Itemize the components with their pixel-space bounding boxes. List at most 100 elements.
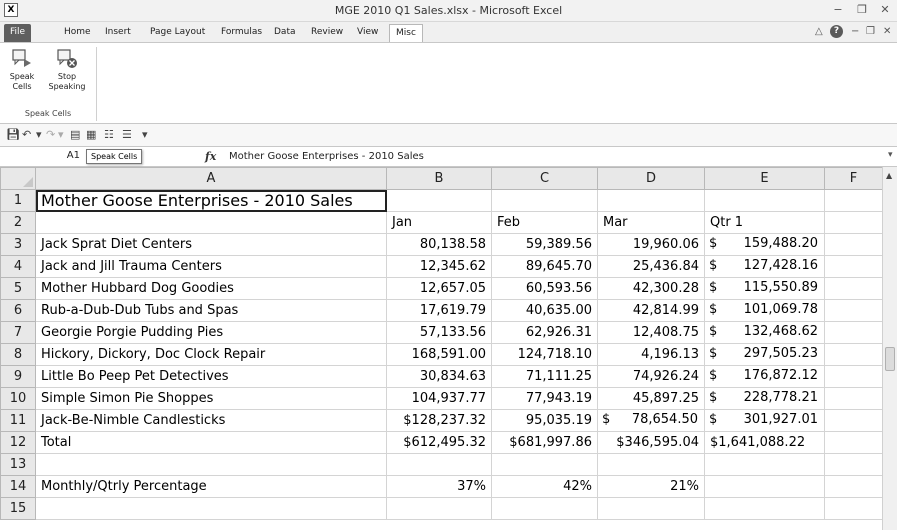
row-header[interactable]: 10: [0, 387, 36, 410]
column-header[interactable]: E: [704, 167, 825, 190]
cell-f[interactable]: [824, 475, 883, 498]
cell-d[interactable]: [597, 453, 705, 476]
cell-a[interactable]: Monthly/Qtrly Percentage: [35, 475, 387, 498]
vertical-scrollbar[interactable]: ▲: [882, 167, 897, 530]
qat-speak-cells-icon[interactable]: ▤: [70, 128, 80, 141]
cell-e[interactable]: $127,428.16: [704, 255, 825, 278]
tab-review[interactable]: Review: [305, 24, 349, 42]
speak-cells-button[interactable]: Speak Cells: [2, 47, 42, 92]
cell-e[interactable]: $1,641,088.22: [704, 431, 825, 454]
save-icon[interactable]: 💾︎: [6, 128, 20, 141]
cell-f[interactable]: [824, 233, 883, 256]
tab-formulas[interactable]: Formulas: [215, 24, 268, 42]
workbook-restore-button[interactable]: ❐: [866, 26, 875, 37]
cell-b[interactable]: [386, 189, 492, 212]
workbook-minimize-button[interactable]: −: [851, 26, 859, 37]
cell-d[interactable]: 12,408.75: [597, 321, 705, 344]
cell-d[interactable]: 42,300.28: [597, 277, 705, 300]
row-header[interactable]: 11: [0, 409, 36, 432]
insert-function-icon[interactable]: fx: [205, 150, 216, 163]
cell-d[interactable]: 21%: [597, 475, 705, 498]
cell-c[interactable]: $681,997.86: [491, 431, 598, 454]
cell-c[interactable]: 77,943.19: [491, 387, 598, 410]
undo-icon[interactable]: ↶: [22, 128, 31, 141]
cell-f[interactable]: [824, 211, 883, 234]
row-header[interactable]: 8: [0, 343, 36, 366]
cell-b[interactable]: $128,237.32: [386, 409, 492, 432]
cell-d[interactable]: 19,960.06: [597, 233, 705, 256]
undo-dropdown-icon[interactable]: ▾: [36, 128, 42, 141]
cell-e[interactable]: $297,505.23: [704, 343, 825, 366]
tab-home[interactable]: Home: [58, 24, 97, 42]
cell-b[interactable]: 12,657.05: [386, 277, 492, 300]
cell-d[interactable]: 4,196.13: [597, 343, 705, 366]
tab-page-layout[interactable]: Page Layout: [144, 24, 211, 42]
cell-e[interactable]: $101,069.78: [704, 299, 825, 322]
cell-c[interactable]: [491, 497, 598, 520]
cell-f[interactable]: [824, 343, 883, 366]
cell-d[interactable]: Mar: [597, 211, 705, 234]
cell-c[interactable]: [491, 453, 598, 476]
cell-b[interactable]: 12,345.62: [386, 255, 492, 278]
cell-e[interactable]: $301,927.01: [704, 409, 825, 432]
cell-e[interactable]: [704, 475, 825, 498]
cell-b[interactable]: 37%: [386, 475, 492, 498]
tab-view[interactable]: View: [351, 24, 384, 42]
cell-d[interactable]: 25,436.84: [597, 255, 705, 278]
cell-d[interactable]: [597, 189, 705, 212]
cell-b[interactable]: 168,591.00: [386, 343, 492, 366]
cell-e[interactable]: [704, 497, 825, 520]
cell-c[interactable]: Feb: [491, 211, 598, 234]
cell-a[interactable]: Jack and Jill Trauma Centers: [35, 255, 387, 278]
help-icon[interactable]: ?: [830, 25, 843, 38]
cell-f[interactable]: [824, 255, 883, 278]
row-header[interactable]: 12: [0, 431, 36, 454]
row-header[interactable]: 5: [0, 277, 36, 300]
tab-insert[interactable]: Insert: [99, 24, 137, 42]
speak-by-columns-icon[interactable]: ☰: [122, 128, 132, 141]
cell-d[interactable]: 74,926.24: [597, 365, 705, 388]
cell-e[interactable]: [704, 453, 825, 476]
cell-a[interactable]: Rub-a-Dub-Dub Tubs and Spas: [35, 299, 387, 322]
cell-b[interactable]: [386, 497, 492, 520]
cell-e[interactable]: $228,778.21: [704, 387, 825, 410]
row-header[interactable]: 9: [0, 365, 36, 388]
redo-dropdown-icon[interactable]: ▾: [58, 128, 64, 141]
restore-button[interactable]: ❐: [853, 3, 871, 16]
row-header[interactable]: 15: [0, 497, 36, 520]
cell-c[interactable]: 42%: [491, 475, 598, 498]
cell-c[interactable]: 71,111.25: [491, 365, 598, 388]
tab-misc[interactable]: Misc: [389, 24, 423, 42]
cell-b[interactable]: 30,834.63: [386, 365, 492, 388]
qat-stop-speaking-icon[interactable]: ▦: [86, 128, 96, 141]
row-header[interactable]: 6: [0, 299, 36, 322]
tab-file[interactable]: File: [4, 24, 32, 42]
cell-a[interactable]: Little Bo Peep Pet Detectives: [35, 365, 387, 388]
cell-a[interactable]: [35, 497, 387, 520]
cell-b[interactable]: 80,138.58: [386, 233, 492, 256]
column-header[interactable]: D: [597, 167, 705, 190]
scroll-up-icon[interactable]: ▲: [886, 171, 892, 180]
minimize-ribbon-icon[interactable]: △: [815, 26, 823, 37]
cell-e[interactable]: Qtr 1: [704, 211, 825, 234]
cell-f[interactable]: [824, 497, 883, 520]
redo-icon[interactable]: ↷: [46, 128, 55, 141]
cell-a[interactable]: Mother Goose Enterprises - 2010 Sales: [35, 189, 387, 212]
cell-e[interactable]: $176,872.12: [704, 365, 825, 388]
cell-d[interactable]: 42,814.99: [597, 299, 705, 322]
cell-a[interactable]: [35, 211, 387, 234]
cell-d[interactable]: [597, 497, 705, 520]
cell-a[interactable]: Jack-Be-Nimble Candlesticks: [35, 409, 387, 432]
cell-a[interactable]: Total: [35, 431, 387, 454]
cell-c[interactable]: [491, 189, 598, 212]
cell-e[interactable]: $115,550.89: [704, 277, 825, 300]
row-header[interactable]: 1: [0, 189, 36, 212]
cell-a[interactable]: Simple Simon Pie Shoppes: [35, 387, 387, 410]
cell-c[interactable]: 60,593.56: [491, 277, 598, 300]
cell-e[interactable]: $159,488.20: [704, 233, 825, 256]
cell-f[interactable]: [824, 299, 883, 322]
column-header[interactable]: F: [824, 167, 883, 190]
cell-a[interactable]: [35, 453, 387, 476]
cell-f[interactable]: [824, 277, 883, 300]
cell-c[interactable]: 95,035.19: [491, 409, 598, 432]
